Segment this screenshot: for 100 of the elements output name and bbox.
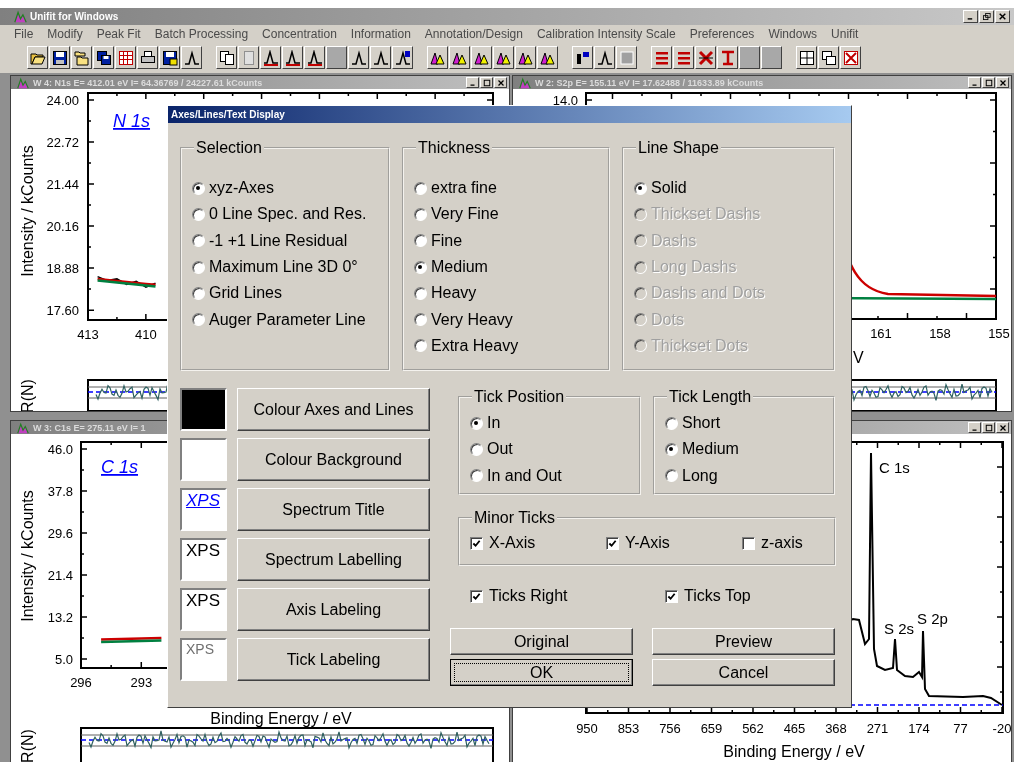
option-label: Extra Heavy [431, 336, 519, 355]
option-label: Solid [651, 179, 687, 198]
group-label: Thickness [417, 139, 492, 157]
menu-item[interactable]: Modify [47, 26, 83, 41]
window-title: W 2: S2p E= 155.11 eV I= 17.62488 / 11633.89 kCounts [535, 77, 764, 88]
tick-label: 29.6 [47, 526, 73, 541]
style-button[interactable]: Spectrum Labelling [237, 538, 430, 581]
style-button[interactable]: Spectrum Title [237, 488, 430, 531]
text-sample: XPS [180, 638, 227, 681]
axis-label: V [853, 349, 864, 366]
menu-item[interactable]: Preferences [689, 26, 755, 41]
option-label: Heavy [431, 284, 477, 303]
tick-label: 271 [866, 721, 889, 736]
menu-item[interactable]: Information [350, 26, 411, 41]
tick-label: 296 [70, 675, 92, 690]
axis-label: Intensity / kCounts [19, 490, 36, 622]
menu-item[interactable]: Concentration [262, 26, 337, 41]
option-label: Very Heavy [431, 310, 513, 329]
menu-item[interactable]: Unifit [831, 26, 859, 41]
option-label: xyz-Axes [209, 179, 274, 198]
menu-item[interactable]: File [14, 26, 34, 41]
group-label: Selection [195, 139, 263, 157]
tick-label: 413 [77, 327, 99, 342]
tick-label: 21.4 [47, 568, 73, 583]
style-button[interactable]: Axis Labeling [237, 588, 430, 631]
dialog-button[interactable]: OK [450, 659, 633, 686]
tick-label: 37.8 [47, 484, 73, 499]
axis-label: R(N) [19, 379, 36, 411]
menu-item[interactable]: Batch Processing [154, 26, 249, 41]
group-label: Tick Length [668, 388, 753, 406]
style-button[interactable]: Tick Labeling [237, 638, 430, 681]
tick-label: 562 [742, 721, 764, 736]
text-sample: XPS [180, 538, 227, 581]
tick-label: 13.2 [47, 610, 73, 625]
style-button[interactable]: Colour Axes and Lines [237, 388, 430, 431]
option-label: extra fine [431, 179, 497, 198]
tick-label: -20 [992, 721, 1011, 736]
option-label: Long [682, 466, 718, 485]
tick-label: 410 [135, 327, 157, 342]
checkbox-label: z-axis [761, 534, 803, 552]
tick-label: 20.16 [46, 219, 79, 235]
axis-label: Intensity / kCounts [19, 145, 36, 277]
menu-item[interactable]: Annotation/Design [424, 26, 523, 41]
option-label: -1 +1 Line Residual [209, 231, 348, 250]
app-title: Unifit for Windows [30, 11, 120, 22]
group-label: Line Shape [637, 139, 720, 157]
axis-label: Binding Energy / eV [210, 710, 352, 727]
tick-label: 158 [929, 326, 951, 341]
option-label: Auger Parameter Line [209, 310, 366, 329]
dialog-button[interactable]: Original [450, 628, 633, 655]
tick-label: 21.44 [46, 177, 79, 192]
menu-item[interactable]: Peak Fit [96, 26, 141, 41]
axis-label: R(N) [19, 729, 36, 762]
option-label: Medium [431, 258, 488, 277]
dialog-button[interactable]: Cancel [652, 659, 835, 686]
tick-label: 14.0 [552, 93, 578, 108]
tick-label: 22.72 [46, 134, 79, 150]
checkbox-label: Y-Axis [625, 534, 670, 552]
group-label: Minor Ticks [473, 509, 556, 527]
option-label: In and Out [487, 466, 562, 485]
spectrum-title: N 1s [113, 111, 150, 131]
dialog-button[interactable]: Preview [652, 628, 835, 655]
style-button[interactable]: Colour Background [237, 438, 430, 481]
option-label: Very Fine [431, 205, 499, 224]
option-label: In [487, 414, 501, 433]
tick-label: 659 [700, 721, 723, 736]
tick-label: 950 [576, 721, 598, 736]
menu-item[interactable]: Calibration Intensity Scale [536, 26, 676, 41]
tick-label: 756 [659, 721, 681, 736]
window-title: W 3: C1s E= 275.11 eV I= 1 [33, 422, 146, 433]
tick-label: 155 [988, 326, 1010, 341]
tick-label: 853 [617, 721, 640, 736]
text-sample: XPS [180, 588, 227, 631]
option-label: Short [682, 414, 721, 433]
tick-label: 17.60 [46, 303, 79, 319]
window-title: W 4: N1s E= 412.01 eV I= 64.36769 / 24227.61 kCounts [33, 77, 263, 88]
option-label: Maximum Line 3D 0° [209, 258, 358, 277]
checkbox-label: X-Axis [489, 534, 536, 552]
option-label: Grid Lines [209, 284, 282, 303]
spectrum-title: C 1s [101, 457, 138, 477]
option-label: 0 Line Spec. and Res. [209, 205, 367, 224]
axis-label: Binding Energy / eV [723, 743, 865, 760]
tick-label: 465 [783, 721, 806, 736]
peak-label: C 1s [879, 459, 910, 476]
tick-label: 46.0 [47, 442, 73, 457]
tick-label: 5.0 [54, 652, 73, 667]
tick-label: 18.88 [46, 261, 79, 277]
option-label: Medium [682, 440, 739, 459]
option-label: Fine [431, 231, 463, 250]
tick-label: 293 [130, 675, 153, 690]
text-sample: XPS [180, 488, 227, 531]
option-label: Out [487, 440, 513, 459]
dialog-title: Axes/Lines/Text Display [171, 109, 285, 120]
tick-label: 174 [908, 721, 930, 736]
checkbox-label: Ticks Top [684, 587, 751, 605]
menu-item[interactable]: Windows [768, 26, 818, 41]
checkbox-label: Ticks Right [489, 587, 568, 605]
peak-label: S 2s [884, 620, 914, 637]
tick-label: 24.00 [46, 92, 79, 108]
tick-label: 161 [870, 326, 892, 341]
